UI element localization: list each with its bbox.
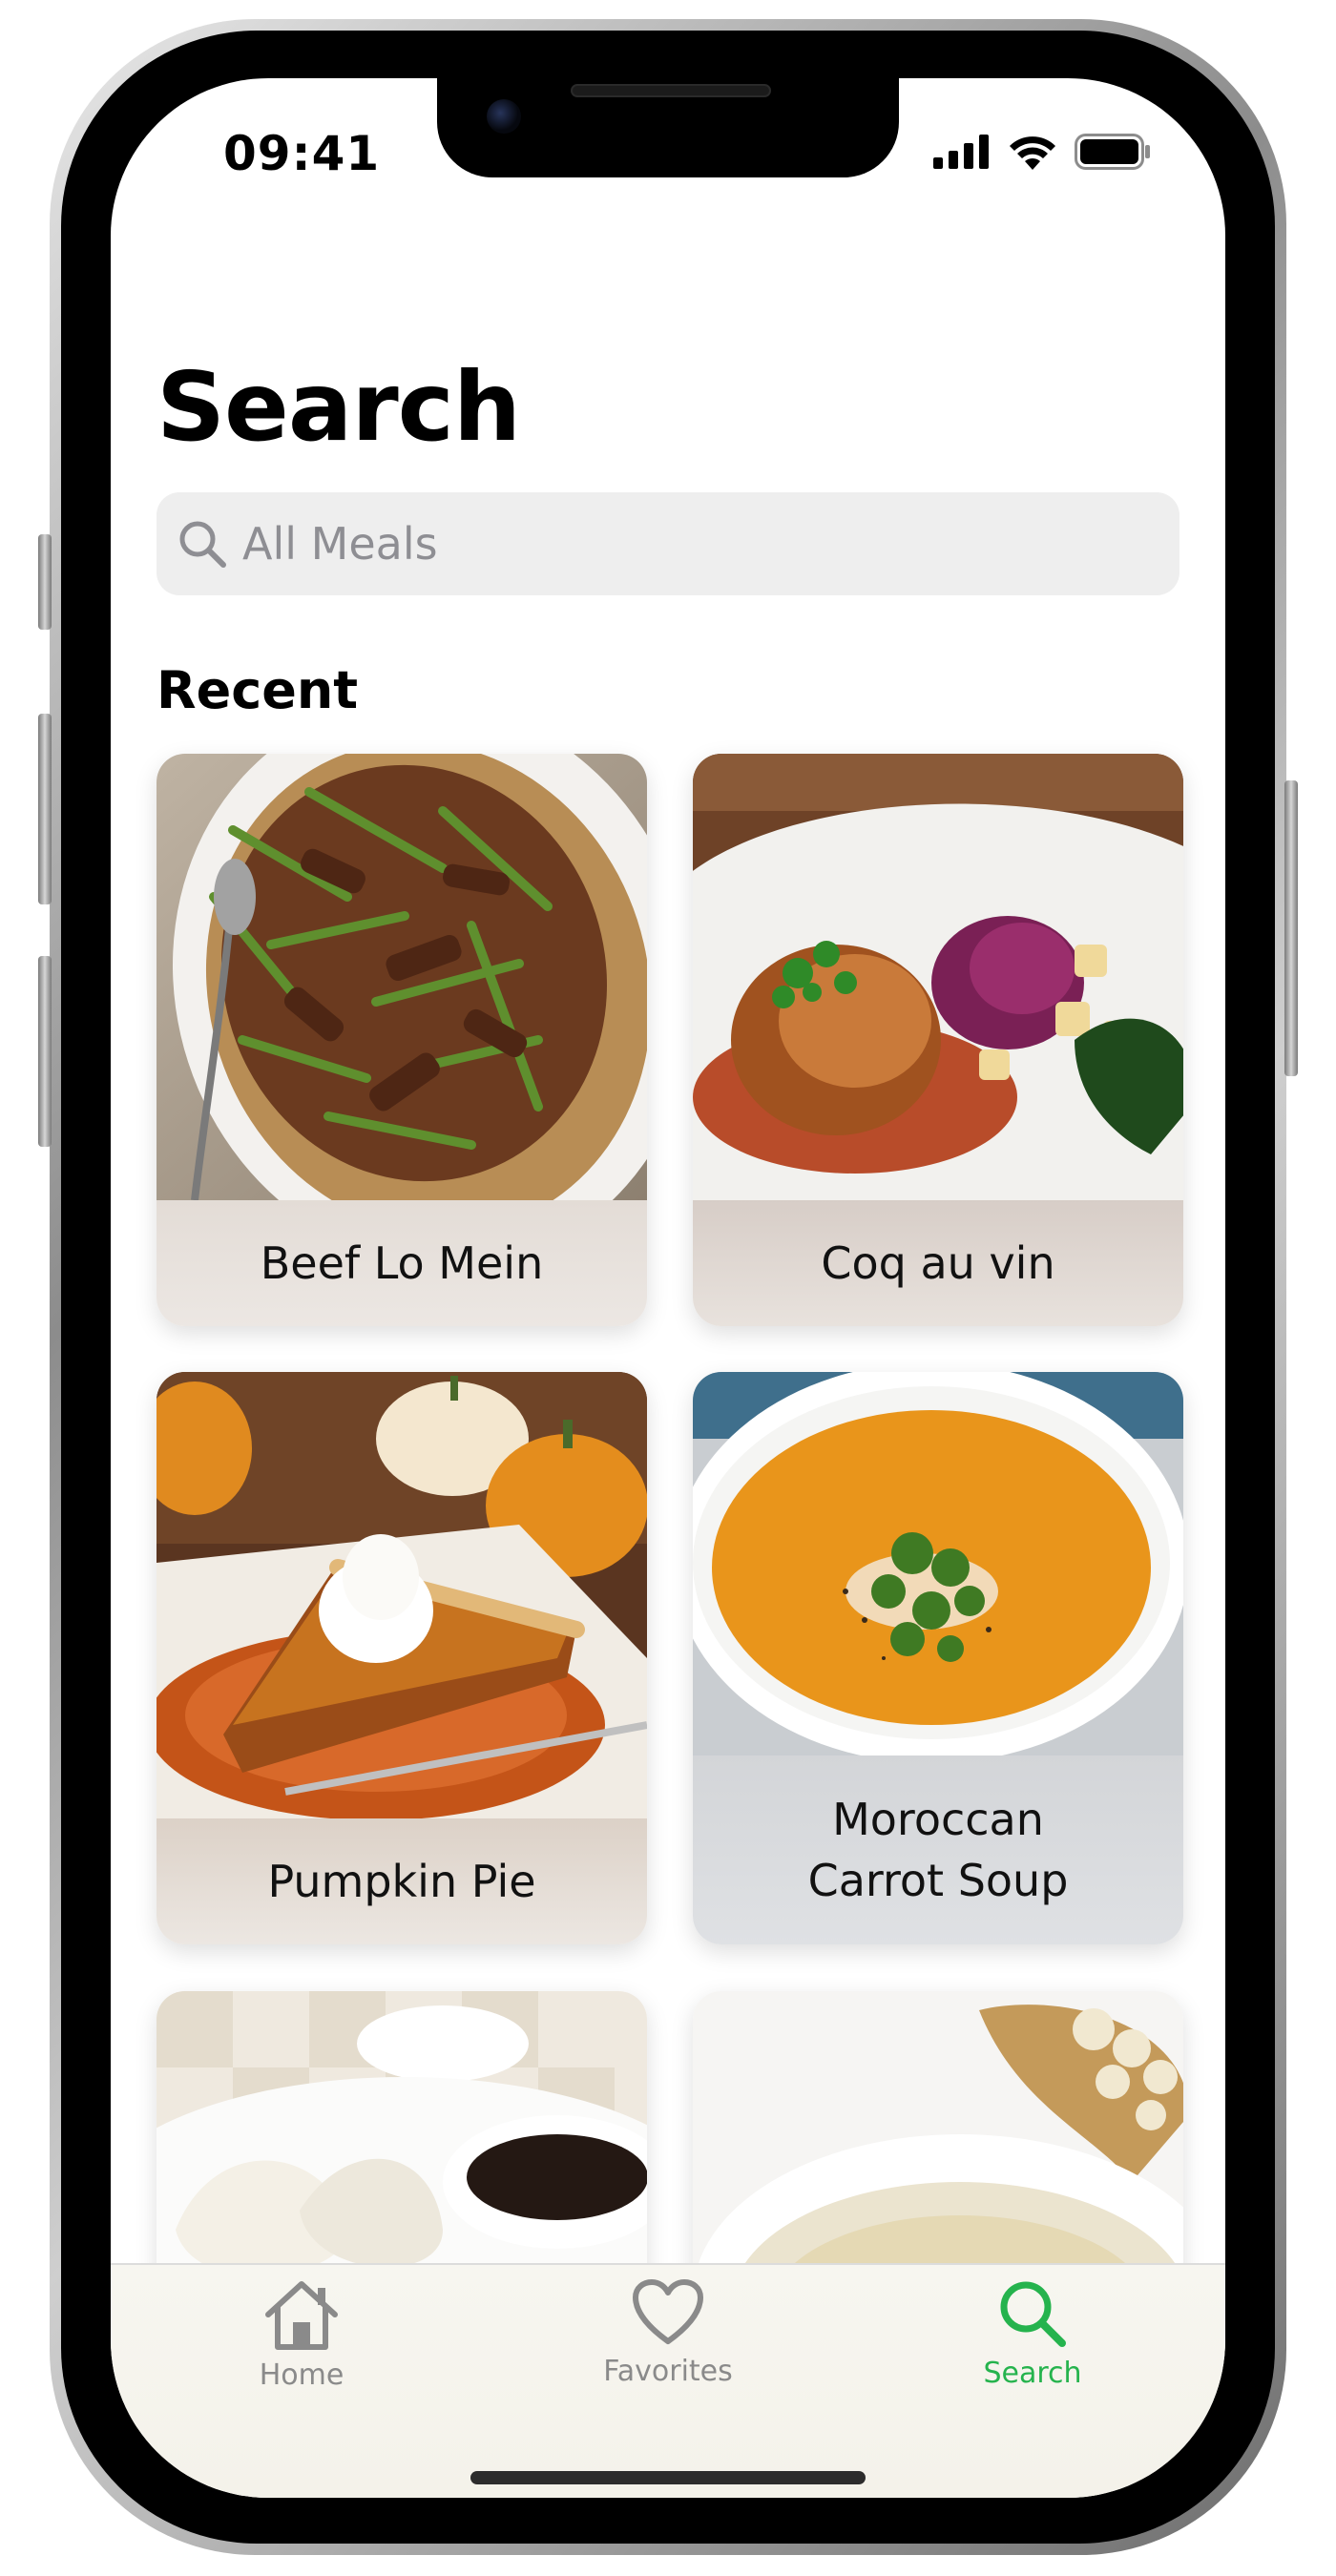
- tab-home[interactable]: Home: [197, 2265, 407, 2418]
- tab-favorites[interactable]: Favorites: [563, 2265, 773, 2418]
- meal-name: Beef Lo Mein: [157, 1200, 647, 1326]
- search-input[interactable]: [242, 518, 1101, 570]
- meal-card-pumpkin-pie[interactable]: Pumpkin Pie: [157, 1372, 647, 1944]
- heart-icon: [633, 2279, 703, 2344]
- meal-name-line: Moroccan Carrot Soup: [807, 1794, 1069, 1906]
- home-indicator[interactable]: [470, 2471, 866, 2484]
- status-icons: [933, 134, 1151, 170]
- tab-bar: Home Favorites Search: [111, 2263, 1225, 2498]
- meal-name: Pumpkin Pie: [157, 1818, 647, 1944]
- page-title: Search: [157, 351, 521, 463]
- notch: [437, 78, 899, 177]
- power-button: [1284, 780, 1298, 1076]
- app-screen: 09:41 Search Recent: [111, 78, 1225, 2498]
- tab-label: Home: [259, 2358, 344, 2392]
- magnifier-icon: [1000, 2281, 1066, 2347]
- meal-card-beef-lo-mein[interactable]: Beef Lo Mein: [157, 754, 647, 1326]
- meal-photo-coq-au-vin: [693, 754, 1183, 1200]
- front-camera: [487, 99, 521, 134]
- meal-card-moroccan-carrot-soup[interactable]: Moroccan Carrot Soup: [693, 1372, 1183, 1944]
- wifi-icon: [1010, 136, 1055, 170]
- volume-up-button: [38, 714, 52, 904]
- volume-down-button: [38, 956, 52, 1147]
- tab-search[interactable]: Search: [928, 2265, 1138, 2418]
- meal-photo-pumpkin-pie: [157, 1372, 647, 1818]
- tab-label: Search: [983, 2357, 1082, 2390]
- meal-photo-moroccan-carrot-soup: [693, 1372, 1183, 1755]
- status-time: 09:41: [223, 126, 381, 181]
- mute-switch: [38, 534, 52, 630]
- magnifier-icon: [179, 521, 226, 568]
- meal-name: Coq au vin: [693, 1200, 1183, 1326]
- meal-card-coq-au-vin[interactable]: Coq au vin: [693, 754, 1183, 1326]
- battery-icon: [1075, 134, 1150, 170]
- meal-name: Moroccan Carrot Soup: [693, 1755, 1183, 1944]
- house-icon: [265, 2281, 338, 2350]
- tab-label: Favorites: [603, 2355, 733, 2388]
- cellular-signal-icon: [933, 135, 989, 169]
- section-title-recent: Recent: [157, 660, 359, 720]
- meal-photo-beef-lo-mein: [157, 754, 647, 1200]
- speaker-grille: [571, 84, 771, 97]
- search-field[interactable]: [157, 492, 1179, 595]
